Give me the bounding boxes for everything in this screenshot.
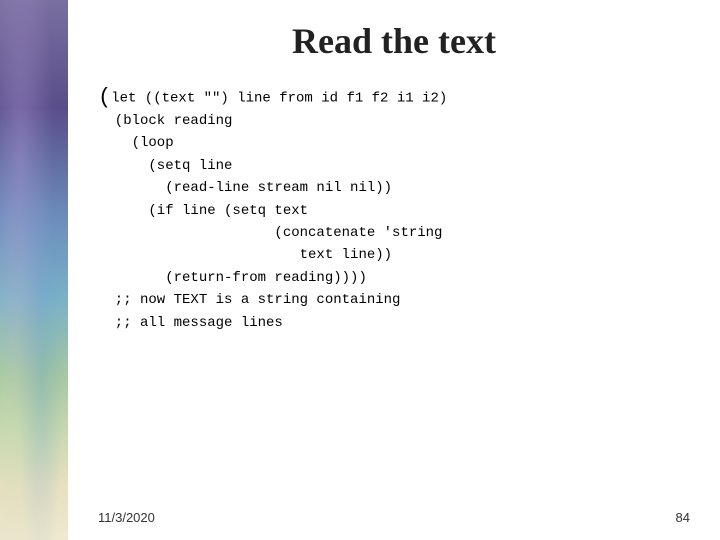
code-line-7: (concatenate 'string <box>98 222 690 244</box>
footer-date: 11/3/2020 <box>98 510 155 525</box>
open-paren: ( <box>98 85 111 110</box>
decorative-sidebar <box>0 0 68 540</box>
code-line-3: (loop <box>98 132 690 154</box>
slide-content: Read the text (let ((text "") line from … <box>68 0 720 540</box>
code-line-8: text line)) <box>98 244 690 266</box>
footer-page: 84 <box>676 510 690 525</box>
code-line-6: (if line (setq text <box>98 200 690 222</box>
slide-footer: 11/3/2020 84 <box>98 510 690 525</box>
code-line-1: (let ((text "") line from id f1 f2 i1 i2… <box>98 87 690 110</box>
code-line-10: ;; now TEXT is a string containing <box>98 289 690 311</box>
code-block: (let ((text "") line from id f1 f2 i1 i2… <box>98 87 690 500</box>
code-line-9: (return-from reading)))) <box>98 267 690 289</box>
slide-title: Read the text <box>98 20 690 62</box>
code-line-5: (read-line stream nil nil)) <box>98 177 690 199</box>
code-line-2: (block reading <box>98 110 690 132</box>
code-line-4: (setq line <box>98 155 690 177</box>
code-line-11: ;; all message lines <box>98 312 690 334</box>
